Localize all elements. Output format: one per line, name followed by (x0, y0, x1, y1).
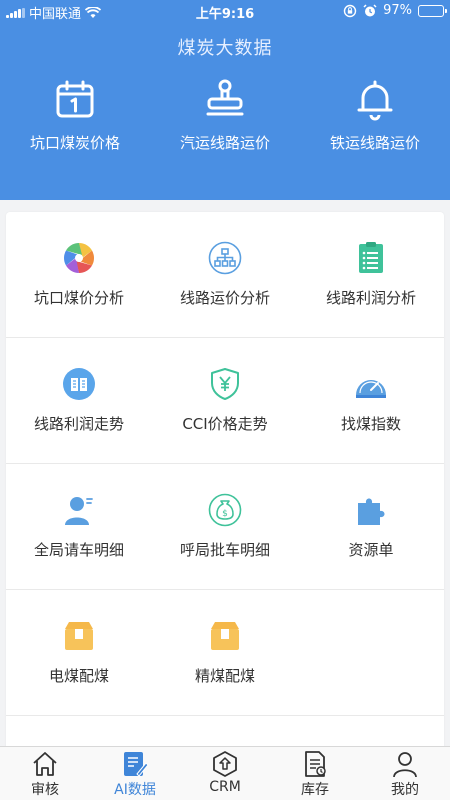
battery-percent: 97% (383, 3, 412, 18)
list-icon (359, 242, 383, 273)
yuan-shield-icon (211, 368, 239, 400)
svg-text:$: $ (222, 509, 228, 519)
grid-item-label: 资源单 (348, 541, 394, 559)
tab-ai-data[interactable]: AI数据 (90, 747, 180, 800)
grid-item-resource-list[interactable]: 资源单 (298, 464, 444, 589)
grid-item-label: 呼局批车明细 (179, 541, 270, 559)
inventory-icon (305, 751, 326, 777)
grid-row: 电煤配煤 精煤配煤 (6, 590, 444, 716)
grid-item-route-freight-analysis[interactable]: 线路运价分析 (152, 212, 298, 337)
grid-item-label: 线路利润分析 (325, 289, 416, 307)
tab-review[interactable]: 审核 (0, 747, 90, 800)
money-bag-icon: $ (208, 493, 242, 527)
tab-label: 我的 (391, 782, 419, 798)
user-icon (65, 497, 93, 525)
profile-icon (393, 752, 417, 778)
grid-item-label: 坑口煤价分析 (33, 289, 124, 307)
ai-doc-icon (124, 752, 149, 777)
bell-icon (357, 80, 393, 121)
battery-icon (418, 4, 447, 17)
grid-item-hohhot-approval[interactable]: $ 呼局批车明细 (152, 464, 298, 589)
grid-item-label: CCI价格走势 (182, 415, 268, 433)
orientation-lock-icon (343, 4, 357, 17)
grid-item-empty (298, 590, 444, 715)
page-title: 煤炭大数据 (177, 38, 273, 59)
grid-item-cci-price-trend[interactable]: CCI价格走势 (152, 338, 298, 463)
grid-item-label: 电煤配煤 (48, 667, 109, 685)
grid-item-label: 精煤配煤 (194, 667, 255, 685)
quick-action-label: 汽运线路运价 (179, 134, 270, 152)
alarm-icon (363, 3, 377, 16)
stamp-icon (206, 79, 244, 116)
book-icon (63, 368, 95, 400)
tab-label: AI数据 (114, 782, 156, 798)
tab-crm[interactable]: CRM (180, 747, 270, 800)
grid-item-fine-coal-blend[interactable]: 精煤配煤 (152, 590, 298, 715)
box-icon (65, 622, 93, 650)
grid-item-label: 全局请车明细 (33, 541, 124, 559)
quick-action-mine-price[interactable]: 坑口煤炭价格 (0, 78, 150, 158)
puzzle-icon (358, 498, 385, 525)
grid-row: 线路利润走势 CCI价格走势 找煤指数 (6, 338, 444, 464)
calendar-icon (56, 80, 94, 118)
grid-item-label: 线路利润走势 (33, 415, 124, 433)
gauge-icon (356, 380, 386, 398)
grid-item-route-profit-trend[interactable]: 线路利润走势 (6, 338, 152, 463)
grid-item-coal-index[interactable]: 找煤指数 (298, 338, 444, 463)
crm-icon (213, 751, 237, 777)
aperture-icon (63, 243, 95, 273)
feature-grid: 坑口煤价分析 线路运价分析 线路利润分析 线路利润走势 CCI价格走势 找煤指数… (6, 212, 444, 772)
quick-action-truck-freight[interactable]: 汽运线路运价 (150, 78, 300, 158)
quick-action-label: 铁运线路运价 (329, 134, 420, 152)
quick-action-label: 坑口煤炭价格 (29, 134, 120, 152)
grid-row: 坑口煤价分析 线路运价分析 线路利润分析 (6, 212, 444, 338)
org-chart-icon (208, 241, 242, 275)
grid-item-power-coal-blend[interactable]: 电煤配煤 (6, 590, 152, 715)
status-bar: 中国联通 上午9:16 97% (0, 0, 450, 22)
tab-bar: 审核 AI数据 CRM 库存 我的 (0, 746, 450, 800)
grid-item-route-profit-analysis[interactable]: 线路利润分析 (298, 212, 444, 337)
grid-item-label: 找煤指数 (340, 415, 401, 433)
grid-row: 全局请车明细 $ 呼局批车明细 资源单 (6, 464, 444, 590)
grid-item-label: 线路运价分析 (179, 289, 270, 307)
tab-label: 库存 (301, 782, 329, 798)
header-area: 中国联通 上午9:16 97% 煤炭大数据 坑口煤炭价格 汽运线路运价 铁运线路… (0, 0, 450, 200)
home-icon (33, 752, 57, 776)
box-icon (211, 622, 239, 650)
quick-action-rail-freight[interactable]: 铁运线路运价 (300, 78, 450, 158)
grid-item-global-car-request[interactable]: 全局请车明细 (6, 464, 152, 589)
tab-label: CRM (209, 779, 241, 795)
quick-actions: 坑口煤炭价格 汽运线路运价 铁运线路运价 (0, 78, 450, 158)
tab-label: 审核 (31, 782, 59, 798)
grid-item-mine-price-analysis[interactable]: 坑口煤价分析 (6, 212, 152, 337)
tab-mine[interactable]: 我的 (360, 747, 450, 800)
tab-inventory[interactable]: 库存 (270, 747, 360, 800)
